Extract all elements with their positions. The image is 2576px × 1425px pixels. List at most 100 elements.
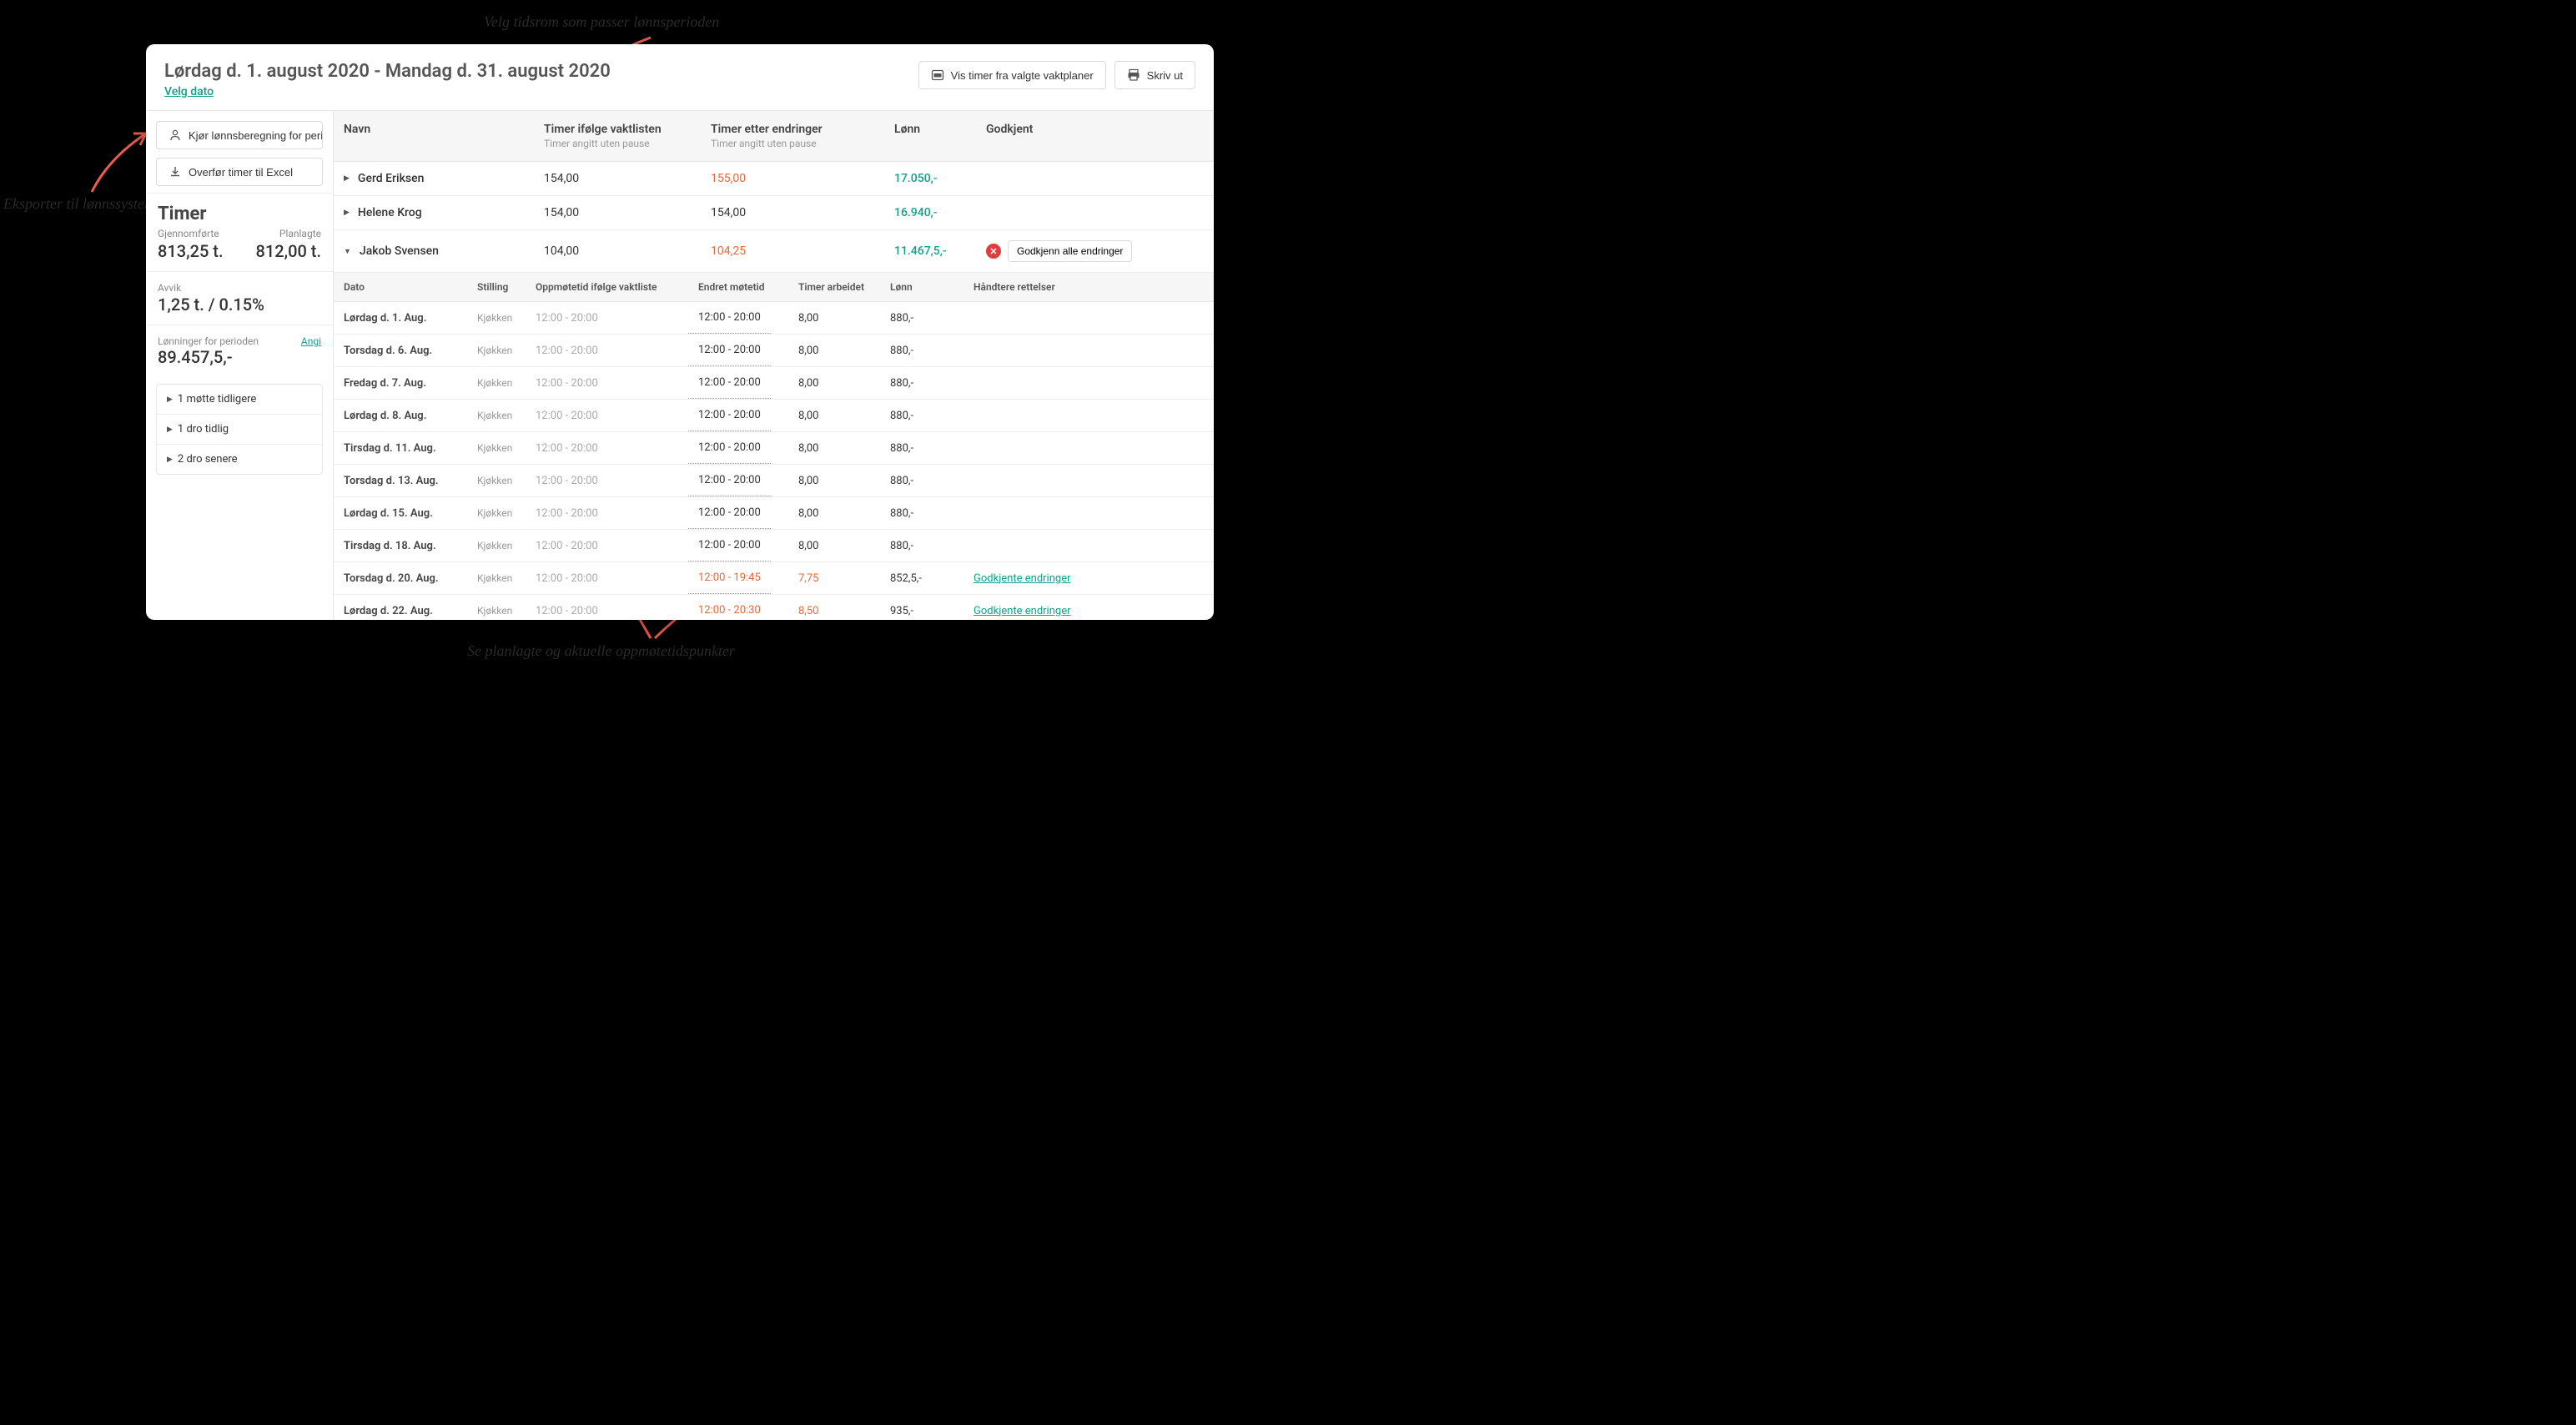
detail-row: Torsdag d. 20. Aug. Kjøkken 12:00 - 20:0… — [334, 562, 1214, 595]
annotation-bottom: Se planlagte og aktuelle oppmøtetidspunk… — [467, 642, 735, 660]
planned-value: 812,00 t. — [256, 241, 322, 261]
th-salary: Lønn — [894, 123, 966, 136]
print-button[interactable]: Skriv ut — [1114, 61, 1195, 89]
sth-position: Stilling — [467, 273, 526, 301]
deviation-list: ▶ 1 møtte tidligere ▶ 1 dro tidlig ▶ 2 d… — [156, 384, 323, 475]
salary-cell: 17.050,- — [884, 162, 976, 195]
detail-position: Kjøkken — [467, 466, 526, 496]
detail-scheduled-time: 12:00 - 20:00 — [526, 303, 688, 334]
show-hours-label: Vis timer fra valgte vaktplaner — [951, 69, 1094, 82]
wages-set-link[interactable]: Angi — [301, 335, 321, 347]
detail-position: Kjøkken — [467, 400, 526, 431]
timer-title: Timer — [158, 204, 321, 224]
detail-actual-time[interactable]: 12:00 - 20:00 — [688, 335, 771, 366]
detail-actual-time[interactable]: 12:00 - 20:00 — [688, 432, 771, 464]
detail-hours-worked: 8,00 — [788, 433, 880, 464]
detail-scheduled-time: 12:00 - 20:00 — [526, 466, 688, 496]
detail-position: Kjøkken — [467, 335, 526, 365]
choose-date-link[interactable]: Velg dato — [164, 85, 611, 98]
changed-hours: 154,00 — [701, 196, 884, 229]
detail-salary: 880,- — [880, 400, 963, 431]
run-payroll-button[interactable]: Kjør lønnsberegning for periode — [156, 121, 323, 149]
reject-icon[interactable]: ✕ — [986, 244, 1001, 259]
approve-cell: ✕ Godkjenn alle endringer — [976, 230, 1168, 272]
detail-actual-time[interactable]: 12:00 - 20:30 — [688, 595, 771, 620]
th-scheduled-sub: Timer angitt uten pause — [544, 138, 691, 149]
detail-row: Torsdag d. 6. Aug. Kjøkken 12:00 - 20:00… — [334, 335, 1214, 367]
detail-actual-time[interactable]: 12:00 - 20:00 — [688, 530, 771, 561]
detail-date: Torsdag d. 20. Aug. — [334, 563, 467, 594]
employee-row: ▶ Helene Krog 154,00 154,00 16.940,- — [334, 196, 1214, 230]
detail-row: Lørdag d. 15. Aug. Kjøkken 12:00 - 20:00… — [334, 497, 1214, 530]
employee-name: Helene Krog — [358, 206, 422, 219]
detail-actual-time[interactable]: 12:00 - 20:00 — [688, 465, 771, 496]
sth-worked: Timer arbeidet — [788, 273, 880, 301]
chevron-right-icon: ▶ — [167, 425, 173, 434]
detail-hours-worked: 8,50 — [788, 596, 880, 621]
detail-scheduled-time: 12:00 - 20:00 — [526, 498, 688, 529]
page-title: Lørdag d. 1. august 2020 - Mandag d. 31.… — [164, 61, 611, 82]
list-item[interactable]: ▶ 2 dro senere — [157, 445, 322, 474]
employee-name-cell[interactable]: ▶ Gerd Eriksen — [334, 162, 534, 195]
table-header: Navn Timer ifølge vaktlisten Timer angit… — [334, 111, 1214, 162]
detail-date: Tirsdag d. 18. Aug. — [334, 531, 467, 561]
detail-actual-time[interactable]: 12:00 - 20:00 — [688, 400, 771, 431]
chevron-right-icon: ▶ — [167, 395, 173, 404]
detail-scheduled-time: 12:00 - 20:00 — [526, 335, 688, 366]
detail-salary: 880,- — [880, 368, 963, 399]
detail-handle — [963, 406, 1214, 425]
detail-position: Kjøkken — [467, 368, 526, 398]
detail-salary: 880,- — [880, 335, 963, 366]
list-item-label: 1 dro tidlig — [178, 423, 229, 436]
detail-handle: Godkjente endringer — [963, 596, 1214, 621]
detail-date: Lørdag d. 8. Aug. — [334, 400, 467, 431]
approve-all-button[interactable]: Godkjenn alle endringer — [1008, 240, 1132, 262]
chevron-right-icon: ▶ — [344, 209, 350, 217]
detail-position: Kjøkken — [467, 303, 526, 333]
detail-actual-time[interactable]: 12:00 - 20:00 — [688, 302, 771, 334]
employee-row: ▶ Gerd Eriksen 154,00 155,00 17.050,- — [334, 162, 1214, 196]
detail-salary: 880,- — [880, 433, 963, 464]
th-changed-sub: Timer angitt uten pause — [711, 138, 874, 149]
approved-changes-link[interactable]: Godkjente endringer — [974, 605, 1071, 617]
detail-handle — [963, 374, 1214, 392]
salary-cell: 16.940,- — [884, 196, 976, 229]
show-hours-button[interactable]: Vis timer fra valgte vaktplaner — [918, 61, 1106, 89]
employee-name-cell[interactable]: ▶ Helene Krog — [334, 196, 534, 229]
detail-actual-time[interactable]: 12:00 - 20:00 — [688, 367, 771, 399]
sth-salary: Lønn — [880, 273, 963, 301]
detail-actual-time[interactable]: 12:00 - 19:45 — [688, 562, 771, 594]
detail-handle — [963, 341, 1214, 360]
main-content: Navn Timer ifølge vaktlisten Timer angit… — [334, 111, 1214, 620]
approve-cell — [976, 169, 1168, 189]
detail-scheduled-time: 12:00 - 20:00 — [526, 433, 688, 464]
detail-position: Kjøkken — [467, 433, 526, 463]
th-name: Navn — [344, 123, 524, 136]
detail-hours-worked: 8,00 — [788, 400, 880, 431]
export-excel-button[interactable]: Overfør timer til Excel — [156, 158, 323, 186]
detail-date: Lørdag d. 15. Aug. — [334, 498, 467, 529]
detail-actual-time[interactable]: 12:00 - 20:00 — [688, 497, 771, 529]
scheduled-hours: 104,00 — [534, 234, 701, 268]
detail-salary: 880,- — [880, 303, 963, 334]
scheduled-hours: 154,00 — [534, 196, 701, 229]
detail-scheduled-time: 12:00 - 20:00 — [526, 596, 688, 621]
employee-name-cell[interactable]: ▼ Jakob Svensen — [334, 234, 534, 268]
detail-scheduled-time: 12:00 - 20:00 — [526, 400, 688, 431]
approved-changes-link[interactable]: Godkjente endringer — [974, 572, 1071, 585]
calendar-icon — [931, 68, 944, 82]
chevron-right-icon: ▶ — [344, 174, 350, 183]
detail-row: Lørdag d. 1. Aug. Kjøkken 12:00 - 20:00 … — [334, 302, 1214, 335]
list-item[interactable]: ▶ 1 møtte tidligere — [157, 385, 322, 415]
list-item-label: 1 møtte tidligere — [178, 393, 256, 405]
th-changed: Timer etter endringer — [711, 123, 874, 136]
detail-date: Fredag d. 7. Aug. — [334, 368, 467, 399]
annotation-left: Eksporter til lønnssystemer — [3, 195, 168, 213]
list-item[interactable]: ▶ 1 dro tidlig — [157, 415, 322, 445]
detail-hours-worked: 8,00 — [788, 368, 880, 399]
sth-changed: Endret møtetid — [688, 273, 788, 301]
deviation-value: 1,25 t. / 0.15% — [158, 295, 321, 315]
detail-date: Lørdag d. 22. Aug. — [334, 596, 467, 621]
detail-position: Kjøkken — [467, 596, 526, 620]
detail-position: Kjøkken — [467, 498, 526, 528]
